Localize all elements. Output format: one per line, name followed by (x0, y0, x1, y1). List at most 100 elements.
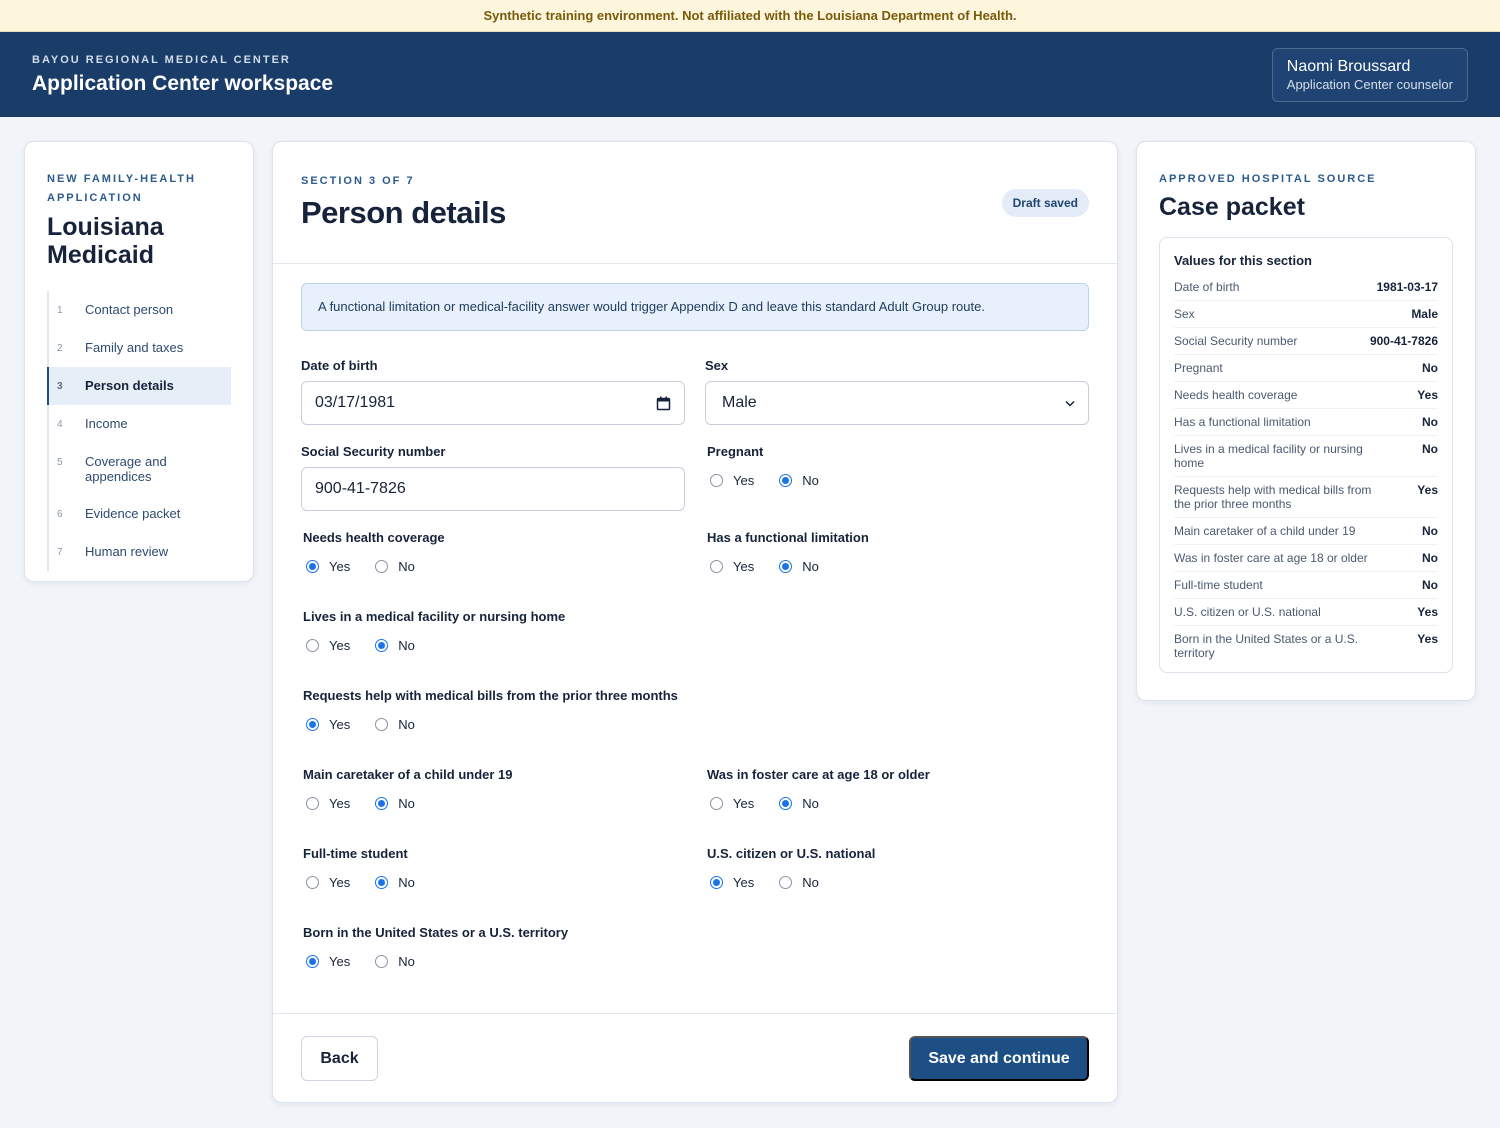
radio-button[interactable] (306, 955, 319, 968)
born-us-question: Born in the United States or a U.S. terr… (303, 925, 568, 969)
step-contact-person[interactable]: 1 Contact person (49, 291, 231, 329)
prior-bills-yes-option[interactable]: Yes (303, 717, 350, 732)
radio-button[interactable] (710, 876, 723, 889)
user-role: Application Center counselor (1286, 76, 1453, 92)
radio-group: Yes No (707, 796, 930, 811)
radio-button[interactable] (306, 560, 319, 573)
step-human-review[interactable]: 7 Human review (49, 533, 231, 571)
radio-button[interactable] (375, 560, 389, 573)
radio-group: Yes No (707, 559, 869, 574)
user-name: Naomi Broussard (1286, 57, 1411, 75)
user-menu[interactable]: Naomi Broussard Application Center couns… (1271, 47, 1468, 102)
packet-values: Values for this section Date of birth 198… (1159, 237, 1453, 673)
packet-row: Date of birth 1981-03-17 (1174, 274, 1438, 301)
medical-facility-yes-option[interactable]: Yes (303, 638, 350, 653)
pregnant-no-option[interactable]: No (776, 473, 819, 488)
packet-title: Case packet (1159, 193, 1305, 221)
packet-row: Sex Male (1174, 301, 1438, 328)
packet-value: 900-41-7826 (1369, 334, 1438, 348)
save-and-continue-button[interactable]: Save and continue (909, 1036, 1089, 1081)
ssn-input[interactable]: 900-41-7826 (301, 467, 685, 511)
radio-group: Yes No (303, 717, 678, 732)
app-header: BAYOU REGIONAL MEDICAL CENTER Applicatio… (0, 32, 1500, 117)
step-family-and-taxes[interactable]: 2 Family and taxes (49, 329, 231, 367)
sex-field: Sex Male (705, 358, 1089, 425)
option-label: Yes (329, 875, 351, 890)
radio-button[interactable] (375, 718, 389, 731)
radio-button[interactable] (710, 797, 723, 810)
radio-group: Yes No (707, 875, 875, 890)
brand-eyebrow: BAYOU REGIONAL MEDICAL CENTER (32, 53, 291, 66)
medical-facility-no-option[interactable]: No (372, 638, 415, 653)
radio-group: Yes No (303, 954, 568, 969)
packet-value: No (1422, 578, 1438, 592)
needs-coverage-no-option[interactable]: No (372, 559, 415, 574)
dob-input[interactable]: 03/17/1981 (301, 381, 685, 425)
radio-button[interactable] (306, 718, 319, 731)
step-evidence-packet[interactable]: 6 Evidence packet (49, 495, 231, 533)
pregnant-yes-option[interactable]: Yes (707, 473, 754, 488)
packet-key: Main caretaker of a child under 19 (1174, 524, 1356, 538)
step-coverage-and-appendices[interactable]: 5 Coverage and appendices (49, 443, 231, 495)
functional-limitation-no-option[interactable]: No (776, 559, 819, 574)
radio-button[interactable] (710, 474, 723, 487)
step-number: 4 (57, 419, 63, 430)
born-us-yes-option[interactable]: Yes (303, 954, 350, 969)
step-number: 7 (57, 547, 63, 558)
born-us-no-option[interactable]: No (372, 954, 415, 969)
radio-button[interactable] (306, 876, 319, 889)
radio-button[interactable] (306, 639, 319, 652)
radio-button[interactable] (375, 955, 389, 968)
sex-label: Sex (705, 358, 729, 373)
functional-limitation-question: Has a functional limitation Yes No (707, 530, 869, 574)
radio-button[interactable] (375, 876, 389, 889)
step-label: Person details (85, 378, 174, 393)
back-button[interactable]: Back (301, 1036, 378, 1081)
citizen-yes-option[interactable]: Yes (707, 875, 754, 890)
option-label: Yes (733, 796, 755, 811)
packet-value: No (1422, 442, 1438, 456)
option-label: No (398, 954, 415, 969)
foster-care-question: Was in foster care at age 18 or older Ye… (707, 767, 930, 811)
brand-title: Application Center workspace (32, 71, 334, 95)
step-label: Evidence packet (85, 506, 181, 521)
foster-care-no-option[interactable]: No (776, 796, 819, 811)
sex-select[interactable]: Male (705, 381, 1089, 425)
packet-key: Was in foster care at age 18 or older (1174, 551, 1368, 565)
packet-row: U.S. citizen or U.S. national Yes (1174, 599, 1438, 626)
step-person-details[interactable]: 3 Person details (47, 367, 231, 405)
dob-value: 03/17/1981 (315, 394, 396, 411)
radio-button[interactable] (779, 876, 793, 889)
student-no-option[interactable]: No (372, 875, 415, 890)
caretaker-no-option[interactable]: No (372, 796, 415, 811)
option-label: No (398, 717, 415, 732)
radio-button[interactable] (779, 474, 793, 487)
packet-key: Lives in a medical facility or nursing h… (1174, 442, 1363, 470)
radio-button[interactable] (375, 639, 389, 652)
packet-row: Lives in a medical facility or nursing h… (1174, 436, 1438, 477)
student-yes-option[interactable]: Yes (303, 875, 350, 890)
packet-value: No (1422, 361, 1438, 375)
needs-coverage-yes-option[interactable]: Yes (303, 559, 350, 574)
packet-key: Sex (1174, 307, 1195, 321)
calendar-icon[interactable] (656, 396, 671, 411)
needs-coverage-question: Needs health coverage Yes No (303, 530, 445, 574)
application-nav: NEW FAMILY-HEALTH APPLICATION Louisiana … (24, 141, 254, 582)
functional-limitation-yes-option[interactable]: Yes (707, 559, 754, 574)
radio-group: Yes No (303, 796, 513, 811)
step-income[interactable]: 4 Income (49, 405, 231, 443)
radio-button[interactable] (306, 797, 319, 810)
radio-button[interactable] (779, 797, 793, 810)
radio-button[interactable] (375, 797, 389, 810)
foster-care-yes-option[interactable]: Yes (707, 796, 754, 811)
form-footer: Back Save and continue (273, 1013, 1117, 1103)
option-label: No (802, 559, 819, 574)
packet-value: No (1422, 415, 1438, 429)
dob-field: Date of birth 03/17/1981 (301, 358, 685, 425)
citizen-no-option[interactable]: No (776, 875, 819, 890)
radio-button[interactable] (779, 560, 793, 573)
caretaker-yes-option[interactable]: Yes (303, 796, 350, 811)
prior-bills-no-option[interactable]: No (372, 717, 415, 732)
packet-key: Social Security number (1174, 334, 1298, 348)
radio-button[interactable] (710, 560, 723, 573)
